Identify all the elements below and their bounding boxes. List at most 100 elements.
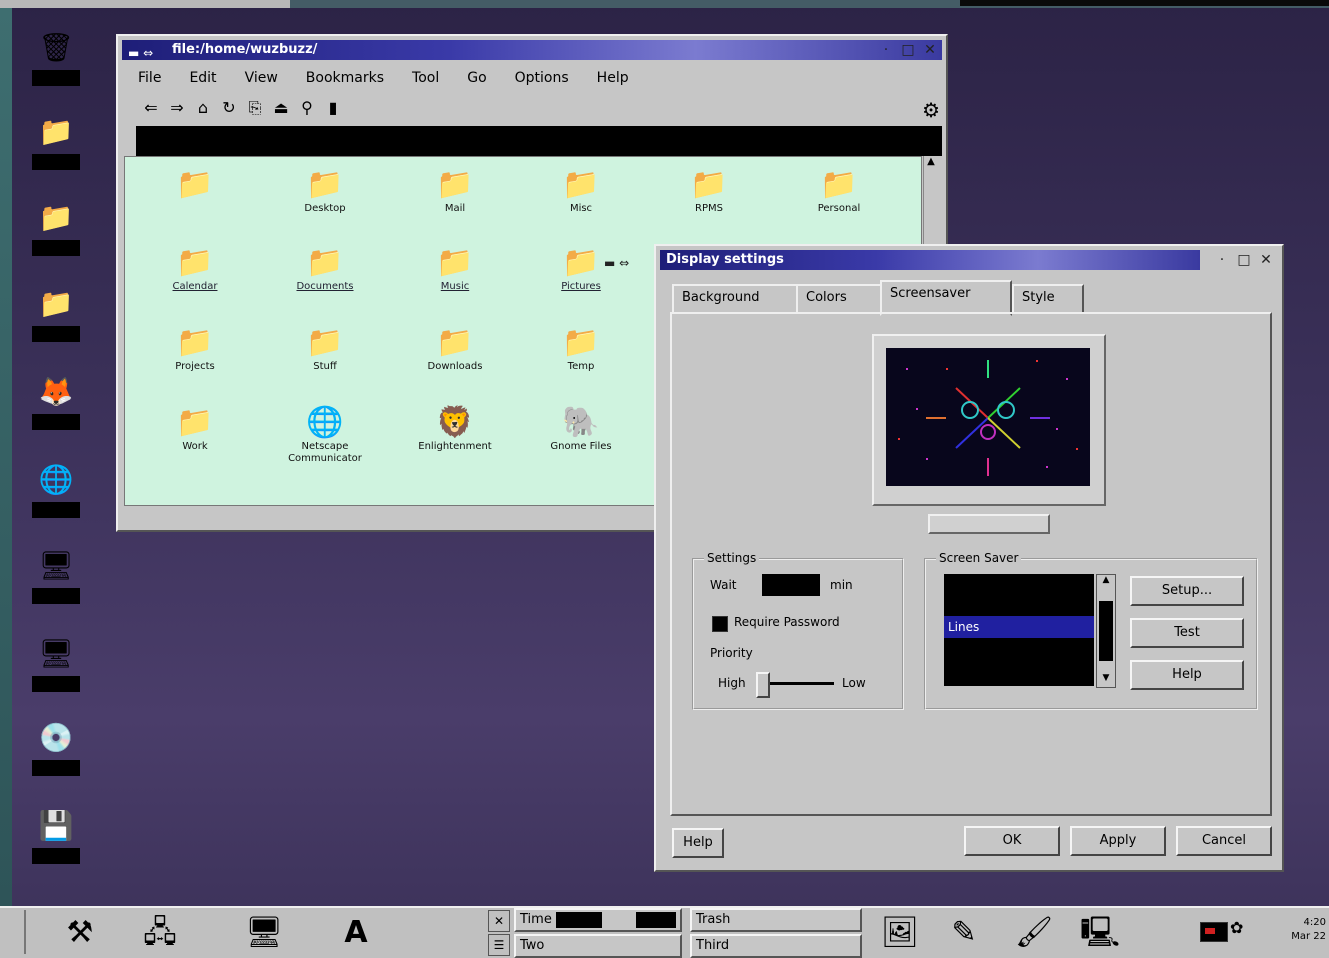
file-icon[interactable]: 🌐 Netscape Communicator — [275, 405, 375, 477]
file-icon[interactable]: 📁 Work — [145, 405, 245, 477]
screensaver-list-scrollbar[interactable]: ▲ ▼ — [1096, 574, 1116, 688]
display-settings-titlebar[interactable]: ▬ ⇔ Display settings — [604, 250, 1200, 270]
taskbar-handle[interactable] — [10, 910, 26, 954]
desktop-icon[interactable]: 💿 — [20, 720, 92, 780]
file-label: Work — [182, 441, 208, 452]
scroll-up-icon[interactable]: ▲ — [924, 156, 938, 170]
tray-status-icon[interactable] — [1200, 922, 1228, 942]
screensaver-help-button[interactable]: Help — [1130, 660, 1244, 690]
location-input[interactable] — [136, 126, 942, 156]
terminal-icon[interactable]: 🖳 — [1080, 914, 1120, 952]
file-icon[interactable]: 📁 Stuff — [275, 325, 375, 397]
tab-screensaver[interactable]: Screensaver — [880, 280, 1012, 316]
task-menu-icon[interactable]: ☰ — [488, 934, 510, 956]
desktop-icon[interactable]: 🖥 — [20, 548, 92, 608]
scroll-down-icon[interactable]: ▼ — [1097, 673, 1115, 687]
tray-network-icon[interactable]: ✿ — [1230, 918, 1243, 937]
tab-background[interactable]: Background — [672, 284, 798, 314]
window-menu-icon[interactable]: ▬ ⇔ — [128, 46, 158, 60]
menu-help[interactable]: Help — [597, 70, 629, 86]
minimize-icon[interactable]: · — [878, 42, 894, 58]
home-icon[interactable]: ⌂ — [190, 98, 216, 117]
ok-button[interactable]: OK — [964, 826, 1060, 856]
screensaver-list[interactable]: Lines — [944, 574, 1094, 686]
folder-icon: 📁 — [176, 167, 214, 202]
copy-icon[interactable]: ⎘ — [242, 98, 268, 118]
file-icon[interactable]: 📁 Temp — [531, 325, 631, 397]
desktop-icon[interactable]: 🦊 — [20, 374, 92, 434]
file-icon[interactable]: 📁 Downloads — [405, 325, 505, 397]
forward-icon[interactable]: ⇒ — [164, 98, 190, 117]
minimize-icon[interactable]: · — [1214, 252, 1230, 268]
test-button[interactable]: Test — [1130, 618, 1244, 648]
window-menu-icon[interactable]: ▬ ⇔ — [604, 256, 634, 270]
require-password-label: Require Password — [734, 615, 840, 629]
apply-button[interactable]: Apply — [1070, 826, 1166, 856]
menu-bookmarks[interactable]: Bookmarks — [306, 70, 384, 86]
paint-icon[interactable]: 🖌 — [1014, 914, 1054, 952]
font-icon[interactable]: A — [336, 914, 376, 952]
menu-go[interactable]: Go — [467, 70, 486, 86]
file-icon[interactable]: 📁 Mail — [405, 167, 505, 239]
back-icon[interactable]: ⇐ — [138, 98, 164, 117]
screensaver-preview-art — [886, 348, 1090, 486]
reload-icon[interactable]: ↻ — [216, 98, 242, 117]
task-button-two[interactable]: Two — [514, 934, 682, 958]
find-icon[interactable]: ⚲ — [294, 98, 320, 117]
desktop-icon[interactable]: 📁 — [20, 286, 92, 346]
file-icon[interactable]: 📁 RPMS — [659, 167, 759, 239]
close-icon[interactable]: ✕ — [1258, 252, 1274, 268]
file-icon[interactable]: 📁 Projects — [145, 325, 245, 397]
monitor-preview — [872, 334, 1106, 506]
computer-icon[interactable]: 🖥 — [244, 914, 284, 952]
desktop-icon[interactable]: 📁 — [20, 200, 92, 260]
task-button-trash[interactable]: Trash — [690, 908, 862, 932]
desktop-icon-glyph: 📁 — [38, 115, 74, 148]
file-icon[interactable]: 🦁 Enlightenment — [405, 405, 505, 477]
file-icon[interactable]: 📁 Calendar — [145, 245, 245, 317]
desktop-icon[interactable]: 🖥 — [20, 636, 92, 696]
task-button-third[interactable]: Third — [690, 934, 862, 958]
scroll-up-icon[interactable]: ▲ — [1097, 575, 1115, 589]
file-icon[interactable]: 📁 Documents — [275, 245, 375, 317]
screensaver-list-item-selected[interactable]: Lines — [944, 616, 1094, 638]
task-button-time[interactable]: Time — [514, 908, 682, 932]
file-manager-titlebar[interactable]: ▬ ⇔ file:/home/wuzbuzz/ — [122, 40, 942, 60]
close-icon[interactable]: ✕ — [922, 42, 938, 58]
up-icon[interactable]: ⏏ — [268, 98, 294, 117]
desktop-icon[interactable]: 🗑 — [20, 30, 92, 90]
file-icon[interactable]: 📁 Misc — [531, 167, 631, 239]
desktop-icon[interactable]: 📁 — [20, 114, 92, 174]
file-icon[interactable]: 🐘 Gnome Files — [531, 405, 631, 477]
menu-file[interactable]: File — [138, 70, 161, 86]
help-button[interactable]: Help — [672, 828, 724, 858]
file-icon[interactable]: 📁 — [145, 167, 245, 239]
editor-icon[interactable]: ✎ — [944, 914, 984, 952]
maximize-icon[interactable]: □ — [900, 42, 916, 58]
menu-options[interactable]: Options — [515, 70, 569, 86]
task-close-icon[interactable]: ✕ — [488, 910, 510, 932]
tool-icon[interactable]: ⚒ — [60, 914, 100, 952]
tab-colors[interactable]: Colors — [796, 284, 882, 314]
tab-style[interactable]: Style — [1012, 284, 1084, 314]
monitor-icon[interactable]: 🖼 — [880, 914, 920, 952]
gear-icon[interactable]: ⚙ — [922, 98, 940, 122]
stop-icon[interactable]: ▮ — [320, 98, 346, 117]
file-icon[interactable]: 📁 Desktop — [275, 167, 375, 239]
network-icon[interactable]: 🖧 — [140, 914, 180, 952]
require-password-checkbox[interactable] — [712, 616, 728, 632]
file-icon[interactable]: 📁 Music — [405, 245, 505, 317]
cancel-button[interactable]: Cancel — [1176, 826, 1272, 856]
setup-button[interactable]: Setup... — [1130, 576, 1244, 606]
desktop-icon[interactable]: 🌐 — [20, 462, 92, 522]
menu-view[interactable]: View — [245, 70, 278, 86]
file-icon[interactable]: 📁 Personal — [789, 167, 889, 239]
maximize-icon[interactable]: □ — [1236, 252, 1252, 268]
display-settings-window[interactable]: ▬ ⇔ Display settings · □ ✕ Background Co… — [604, 244, 1284, 872]
priority-slider-handle[interactable] — [756, 672, 770, 698]
desktop-icon[interactable]: 💾 — [20, 808, 92, 868]
menu-edit[interactable]: Edit — [189, 70, 216, 86]
menu-tool[interactable]: Tool — [412, 70, 439, 86]
wait-unit: min — [830, 578, 853, 592]
wait-input[interactable] — [762, 574, 820, 596]
